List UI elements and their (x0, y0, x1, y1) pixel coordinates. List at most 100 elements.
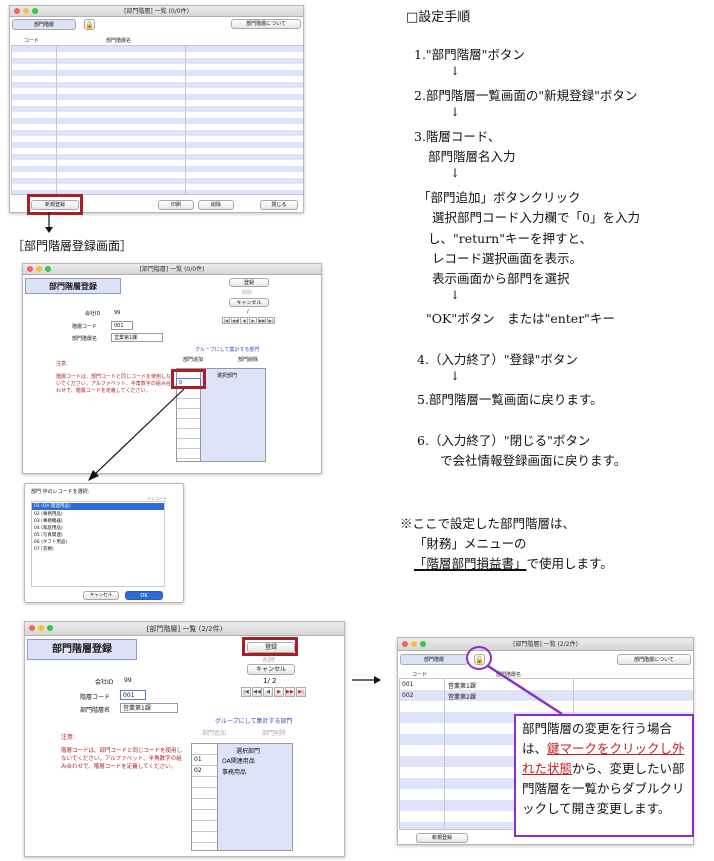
step-3-sub-4: レコード選択画面を表示。 (432, 251, 583, 266)
new-register-button[interactable]: 新規登録 (416, 833, 468, 843)
last-record-icon[interactable]: ▶| (267, 317, 275, 324)
window-controls[interactable] (27, 266, 51, 273)
arrow-down-icon: ↓ (450, 369, 461, 383)
step-1: 1."部門階層"ボタン (414, 47, 525, 62)
record-list-item-selected[interactable]: 01 (OA 関連用品) (32, 503, 164, 510)
code-label: 階層コード (80, 694, 111, 701)
callout-pointer-line (487, 664, 563, 716)
tab-department-hierarchy[interactable]: 部門階層 (12, 19, 76, 30)
dialog-title: 部門 中のレコードを選択: (31, 489, 90, 495)
delete-button[interactable]: 削除 (198, 200, 234, 210)
record-list-item[interactable]: 07 (衣類) (34, 546, 54, 552)
record-list-item[interactable]: 02 (事務用品) (34, 511, 63, 517)
tab-department-hierarchy[interactable]: 部門階層 (400, 654, 468, 665)
step-3-sub-2: 選択部門コード入力欄で「0」を入力 (432, 210, 640, 225)
next-record-icon[interactable]: ▶ (274, 687, 284, 697)
list-row-name[interactable]: 営業第1課 (448, 681, 476, 690)
list-table[interactable] (11, 45, 303, 195)
list-row-code[interactable]: 001 (402, 681, 413, 688)
first-record-icon[interactable]: |◀ (241, 687, 251, 697)
register-window-filled: [部門階層] 一覧 (2/2件) 部門階層登録 登録 削除 キャンセル 1/ 2… (24, 621, 345, 857)
print-button[interactable]: 印刷 (158, 200, 194, 210)
step-3a: 3.階層コード、 (414, 129, 501, 144)
window-title: [部門階層] 一覧 (2/2件) (146, 625, 223, 633)
prev-record-icon[interactable]: ◀ (240, 317, 248, 324)
add-dept-button[interactable]: 部門追加 (202, 728, 226, 737)
note-title: 注意: (61, 734, 76, 741)
record-list[interactable]: 01 (OA 関連用品) 02 (事務用品) 03 (事務機器) 04 (家庭用… (31, 501, 165, 587)
window-titlebar: [部門階層] 一覧 (0/0件) (10, 6, 303, 17)
next-record-icon[interactable]: ▶ (249, 317, 257, 324)
arrow-to-record-selection (88, 388, 185, 481)
dialog-ok-button[interactable]: OK (125, 591, 163, 600)
next-page-icon[interactable]: ▶▶ (258, 317, 266, 324)
prev-page-icon[interactable]: ◀◀ (231, 317, 239, 324)
list-row-code[interactable]: 002 (402, 692, 413, 699)
form-heading: 部門階層登録 (25, 278, 121, 294)
name-field[interactable]: 営業第1課 (120, 703, 178, 713)
code-field[interactable]: 001 (111, 321, 133, 330)
company-id-value: 99 (114, 310, 121, 316)
record-list-item[interactable]: 05 (写真関連) (34, 532, 63, 538)
about-button[interactable]: 部門階層について (617, 654, 691, 665)
page-indicator: / (247, 309, 249, 315)
close-button[interactable]: 閉じる (260, 200, 298, 210)
note-line-1: ※ここで設定した部門階層は、 (400, 516, 576, 531)
selected-dept-table[interactable]: 選択部門 01 OA関連用品 02 事務用品 (191, 743, 293, 851)
add-dept-button[interactable]: 部門追加 (183, 356, 203, 363)
cancel-button[interactable]: キャンセル (229, 298, 269, 307)
cancel-button[interactable]: キャンセル (247, 664, 295, 675)
name-field[interactable]: 営業第1課 (111, 333, 163, 342)
selected-dept-name: 事務用品 (222, 769, 247, 776)
window-controls[interactable] (29, 625, 53, 632)
company-id-label: 会社ID (85, 311, 101, 317)
record-navigation[interactable]: |◀ ◀◀ ◀ ▶ ▶▶ ▶| (241, 687, 311, 698)
lock-icon[interactable]: 🔒 (84, 19, 95, 30)
about-button[interactable]: 部門階層について (231, 19, 301, 29)
group-label: グループにして集計する部門 (195, 347, 260, 353)
arrow-down-icon: ↓ (450, 105, 461, 119)
selected-dept-name: OA関連用品 (222, 758, 255, 765)
next-page-icon[interactable]: ▶▶ (285, 687, 295, 697)
record-navigation[interactable]: |◀ ◀◀ ◀ ▶ ▶▶ ▶| (222, 317, 282, 326)
selected-dept-code: 01 (194, 756, 202, 763)
selected-dept-header: 選択部門 (236, 748, 261, 755)
window-title: [部門階層] 一覧 (2/2件) (513, 641, 578, 648)
company-id-label: 会社ID (95, 679, 114, 686)
step-6: 6.（入力終了）"閉じる"ボタン (417, 433, 591, 448)
step-5: 5.部門階層一覧画面に戻ります。 (417, 392, 603, 407)
step-3-sub-1: 「部門追加」ボタンクリック (418, 190, 581, 205)
remove-dept-button[interactable]: 部門削除 (262, 728, 286, 737)
prev-page-icon[interactable]: ◀◀ (252, 687, 262, 697)
prev-record-icon[interactable]: ◀ (263, 687, 273, 697)
step-2: 2.部門階層一覧画面の"新規登録"ボタン (414, 88, 638, 103)
first-record-icon[interactable]: |◀ (222, 317, 230, 324)
delete-label-disabled: 削除 (242, 290, 253, 296)
remove-dept-button[interactable]: 部門削除 (238, 356, 258, 363)
last-record-icon[interactable]: ▶| (296, 687, 306, 697)
record-list-item[interactable]: 06 (ギフト用品) (34, 539, 67, 545)
ok-instruction: "OK"ボタン または"enter"キー (426, 311, 615, 326)
selected-dept-header: 選択部門 (217, 373, 238, 379)
note-text: 階層コードは、部門コードと同じコードを使用しないでください。アルファベット、半角… (61, 748, 183, 770)
code-field[interactable]: 001 (120, 690, 146, 700)
step-6b: で会社情報登録画面に戻ります。 (440, 453, 627, 468)
arrow-to-list (352, 676, 381, 684)
arrow-down-icon: ↓ (450, 64, 461, 78)
step-3-sub-5: 表示画面から部門を選択 (432, 271, 570, 286)
record-list-item[interactable]: 03 (事務機器) (34, 518, 63, 524)
window-titlebar: [部門階層] 一覧 (2/2件) (25, 622, 344, 636)
note-line-3: 「階層部門損益書」で使用します。 (414, 553, 613, 572)
callout-box: 部門階層の変更を行う場合は、鍵マークをクリックし外れた状態から、変更したい部門階… (514, 714, 694, 837)
name-label: 部門階層名 (72, 336, 98, 342)
code-label: 階層コード (72, 324, 98, 330)
window-controls[interactable] (402, 641, 426, 648)
dialog-cancel-button[interactable]: キャンセル (83, 591, 119, 600)
arrow-down-icon: ↓ (450, 288, 461, 302)
window-controls[interactable] (14, 8, 38, 15)
step-3b: 部門階層名入力 (428, 149, 516, 164)
name-label: 部門階層名 (80, 707, 111, 714)
record-list-item[interactable]: 04 (家庭用品) (34, 525, 63, 531)
register-button[interactable]: 登録 (229, 278, 269, 287)
list-row-name[interactable]: 営業第2課 (448, 692, 476, 701)
